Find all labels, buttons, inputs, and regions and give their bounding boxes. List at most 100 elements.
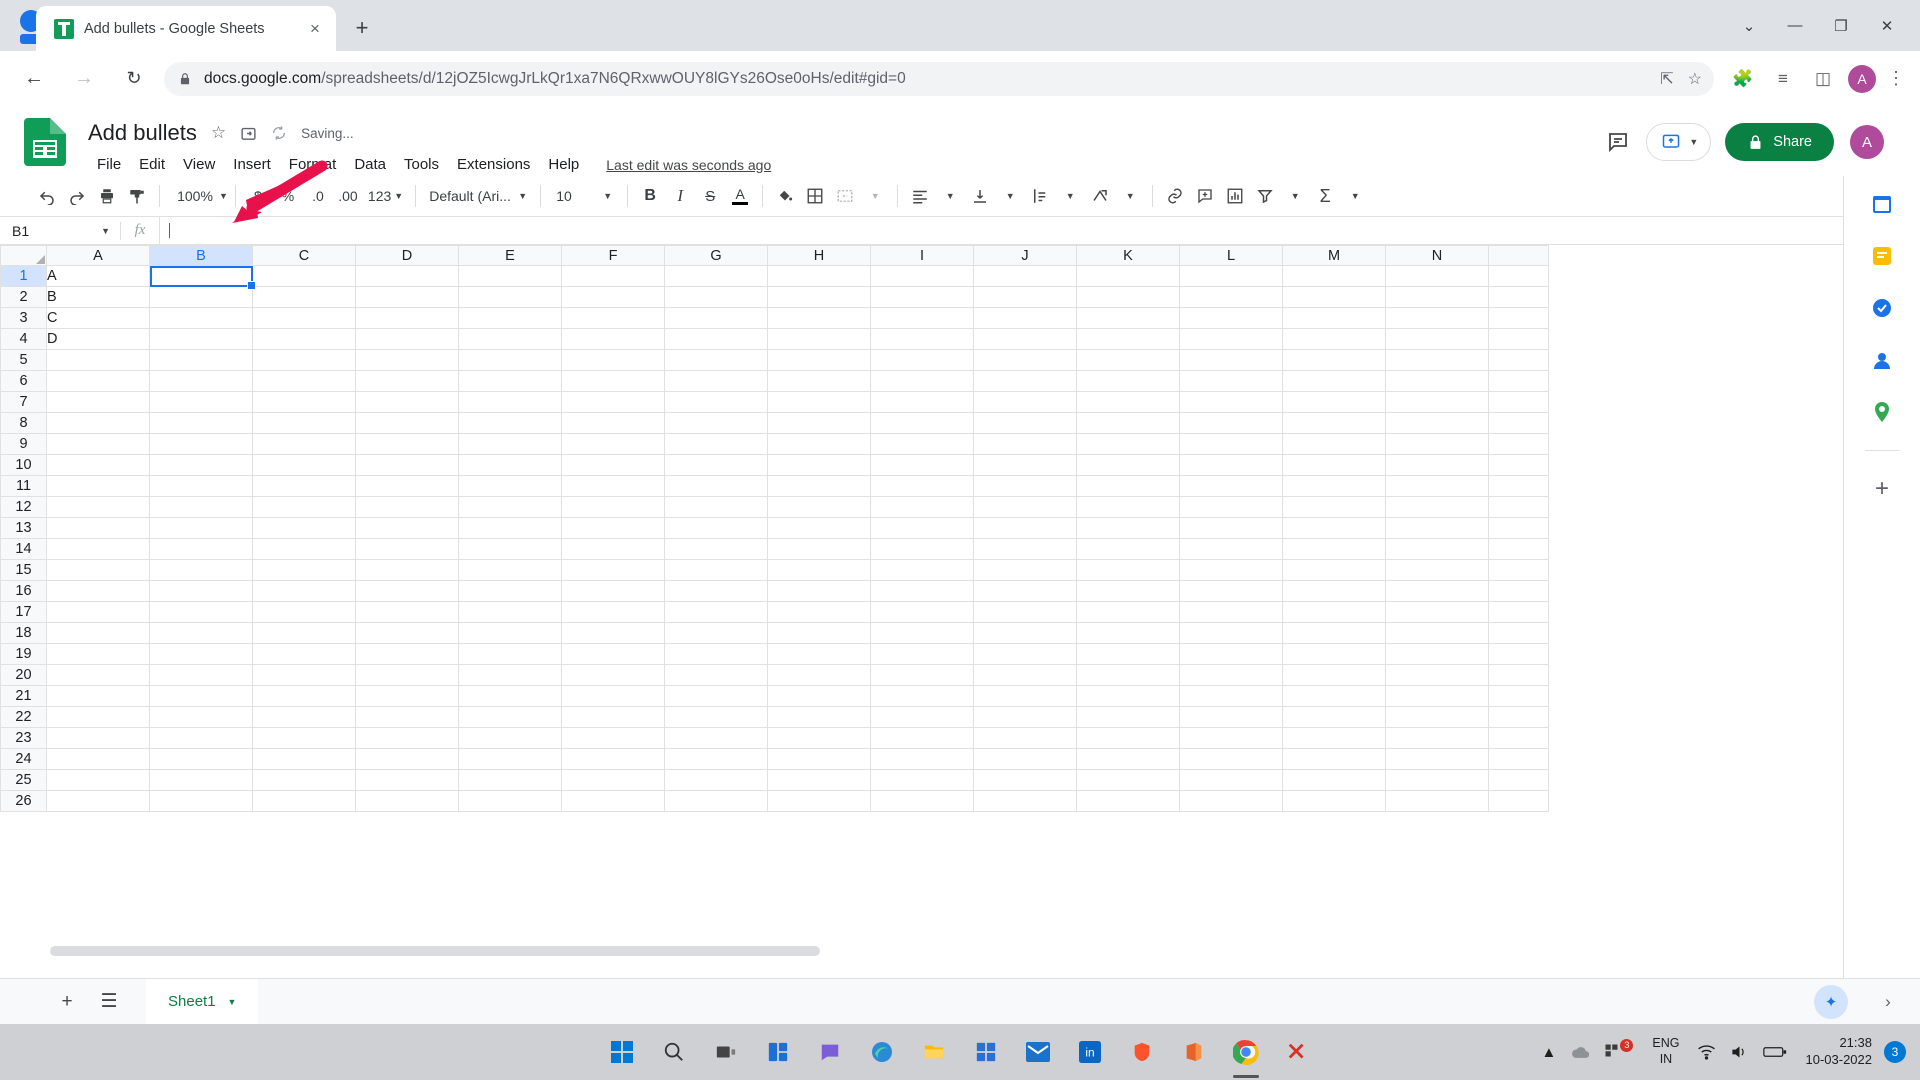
cell-H11[interactable] (767, 475, 871, 497)
cell-N21[interactable] (1385, 685, 1489, 707)
cell-D7[interactable] (355, 391, 459, 413)
rotation-caret-icon[interactable]: ▼ (1115, 181, 1145, 211)
cell-J7[interactable] (973, 391, 1077, 413)
row-header-8[interactable]: 8 (0, 412, 47, 434)
cell-A17[interactable] (46, 601, 150, 623)
all-sheets-icon[interactable]: ☰ (88, 979, 130, 1025)
cell-D12[interactable] (355, 496, 459, 518)
row-header-12[interactable]: 12 (0, 496, 47, 518)
cell-L19[interactable] (1179, 643, 1283, 665)
cell-C10[interactable] (252, 454, 356, 476)
cell-M8[interactable] (1282, 412, 1386, 434)
cell-O17[interactable] (1488, 601, 1549, 623)
cell-J1[interactable] (973, 265, 1077, 287)
horizontal-scroll-thumb[interactable] (50, 946, 820, 956)
cell-N6[interactable] (1385, 370, 1489, 392)
cell-B11[interactable] (149, 475, 253, 497)
close-icon[interactable]: × (304, 18, 326, 40)
cell-O6[interactable] (1488, 370, 1549, 392)
cell-F22[interactable] (561, 706, 665, 728)
cell-A25[interactable] (46, 769, 150, 791)
cell-M23[interactable] (1282, 727, 1386, 749)
cell-M15[interactable] (1282, 559, 1386, 581)
cell-L23[interactable] (1179, 727, 1283, 749)
cell-H18[interactable] (767, 622, 871, 644)
cell-J2[interactable] (973, 286, 1077, 308)
bold-button[interactable]: B (635, 181, 665, 211)
cell-O4[interactable] (1488, 328, 1549, 350)
cell-A11[interactable] (46, 475, 150, 497)
cell-G22[interactable] (664, 706, 768, 728)
comment-history-icon[interactable] (1596, 120, 1640, 164)
cell-J6[interactable] (973, 370, 1077, 392)
cell-E26[interactable] (458, 790, 562, 812)
cell-A9[interactable] (46, 433, 150, 455)
cell-D8[interactable] (355, 412, 459, 434)
cell-D25[interactable] (355, 769, 459, 791)
column-header-h[interactable]: H (767, 245, 871, 266)
office-icon[interactable] (1179, 1037, 1209, 1067)
cell-M2[interactable] (1282, 286, 1386, 308)
cell-L12[interactable] (1179, 496, 1283, 518)
cell-I18[interactable] (870, 622, 974, 644)
cell-J20[interactable] (973, 664, 1077, 686)
cell-J10[interactable] (973, 454, 1077, 476)
cell-J14[interactable] (973, 538, 1077, 560)
cell-H17[interactable] (767, 601, 871, 623)
cell-O23[interactable] (1488, 727, 1549, 749)
cell-J4[interactable] (973, 328, 1077, 350)
cell-L6[interactable] (1179, 370, 1283, 392)
cell-M10[interactable] (1282, 454, 1386, 476)
cell-E18[interactable] (458, 622, 562, 644)
cell-I7[interactable] (870, 391, 974, 413)
cell-G17[interactable] (664, 601, 768, 623)
page-title[interactable]: Add bullets (88, 120, 197, 146)
new-tab-button[interactable]: + (348, 14, 376, 42)
column-header-l[interactable]: L (1179, 245, 1283, 266)
row-header-9[interactable]: 9 (0, 433, 47, 455)
cell-N13[interactable] (1385, 517, 1489, 539)
row-header-5[interactable]: 5 (0, 349, 47, 371)
cell-I12[interactable] (870, 496, 974, 518)
cell-J12[interactable] (973, 496, 1077, 518)
row-header-19[interactable]: 19 (0, 643, 47, 665)
cell-J11[interactable] (973, 475, 1077, 497)
cell-H1[interactable] (767, 265, 871, 287)
row-header-11[interactable]: 11 (0, 475, 47, 497)
row-header-17[interactable]: 17 (0, 601, 47, 623)
cell-O15[interactable] (1488, 559, 1549, 581)
cell-H10[interactable] (767, 454, 871, 476)
cell-K9[interactable] (1076, 433, 1180, 455)
row-header-26[interactable]: 26 (0, 790, 47, 812)
cell-G16[interactable] (664, 580, 768, 602)
menu-item-extensions[interactable]: Extensions (448, 153, 539, 176)
cell-O9[interactable] (1488, 433, 1549, 455)
cell-O11[interactable] (1488, 475, 1549, 497)
cell-G4[interactable] (664, 328, 768, 350)
functions-caret-icon[interactable]: ▼ (1340, 181, 1370, 211)
cell-G12[interactable] (664, 496, 768, 518)
cell-M21[interactable] (1282, 685, 1386, 707)
cell-D6[interactable] (355, 370, 459, 392)
cell-K17[interactable] (1076, 601, 1180, 623)
cell-D20[interactable] (355, 664, 459, 686)
cell-G11[interactable] (664, 475, 768, 497)
cell-H15[interactable] (767, 559, 871, 581)
volume-icon[interactable] (1723, 1024, 1756, 1080)
row-header-7[interactable]: 7 (0, 391, 47, 413)
cell-F18[interactable] (561, 622, 665, 644)
cell-K21[interactable] (1076, 685, 1180, 707)
linkedin-icon[interactable]: in (1075, 1037, 1105, 1067)
cell-D2[interactable] (355, 286, 459, 308)
cell-F4[interactable] (561, 328, 665, 350)
cell-H19[interactable] (767, 643, 871, 665)
file-explorer-icon[interactable] (919, 1037, 949, 1067)
cell-J19[interactable] (973, 643, 1077, 665)
cell-E14[interactable] (458, 538, 562, 560)
cell-N20[interactable] (1385, 664, 1489, 686)
start-button-icon[interactable] (607, 1037, 637, 1067)
cell-N26[interactable] (1385, 790, 1489, 812)
filter-caret-icon[interactable]: ▼ (1280, 181, 1310, 211)
cell-H16[interactable] (767, 580, 871, 602)
cell-I11[interactable] (870, 475, 974, 497)
